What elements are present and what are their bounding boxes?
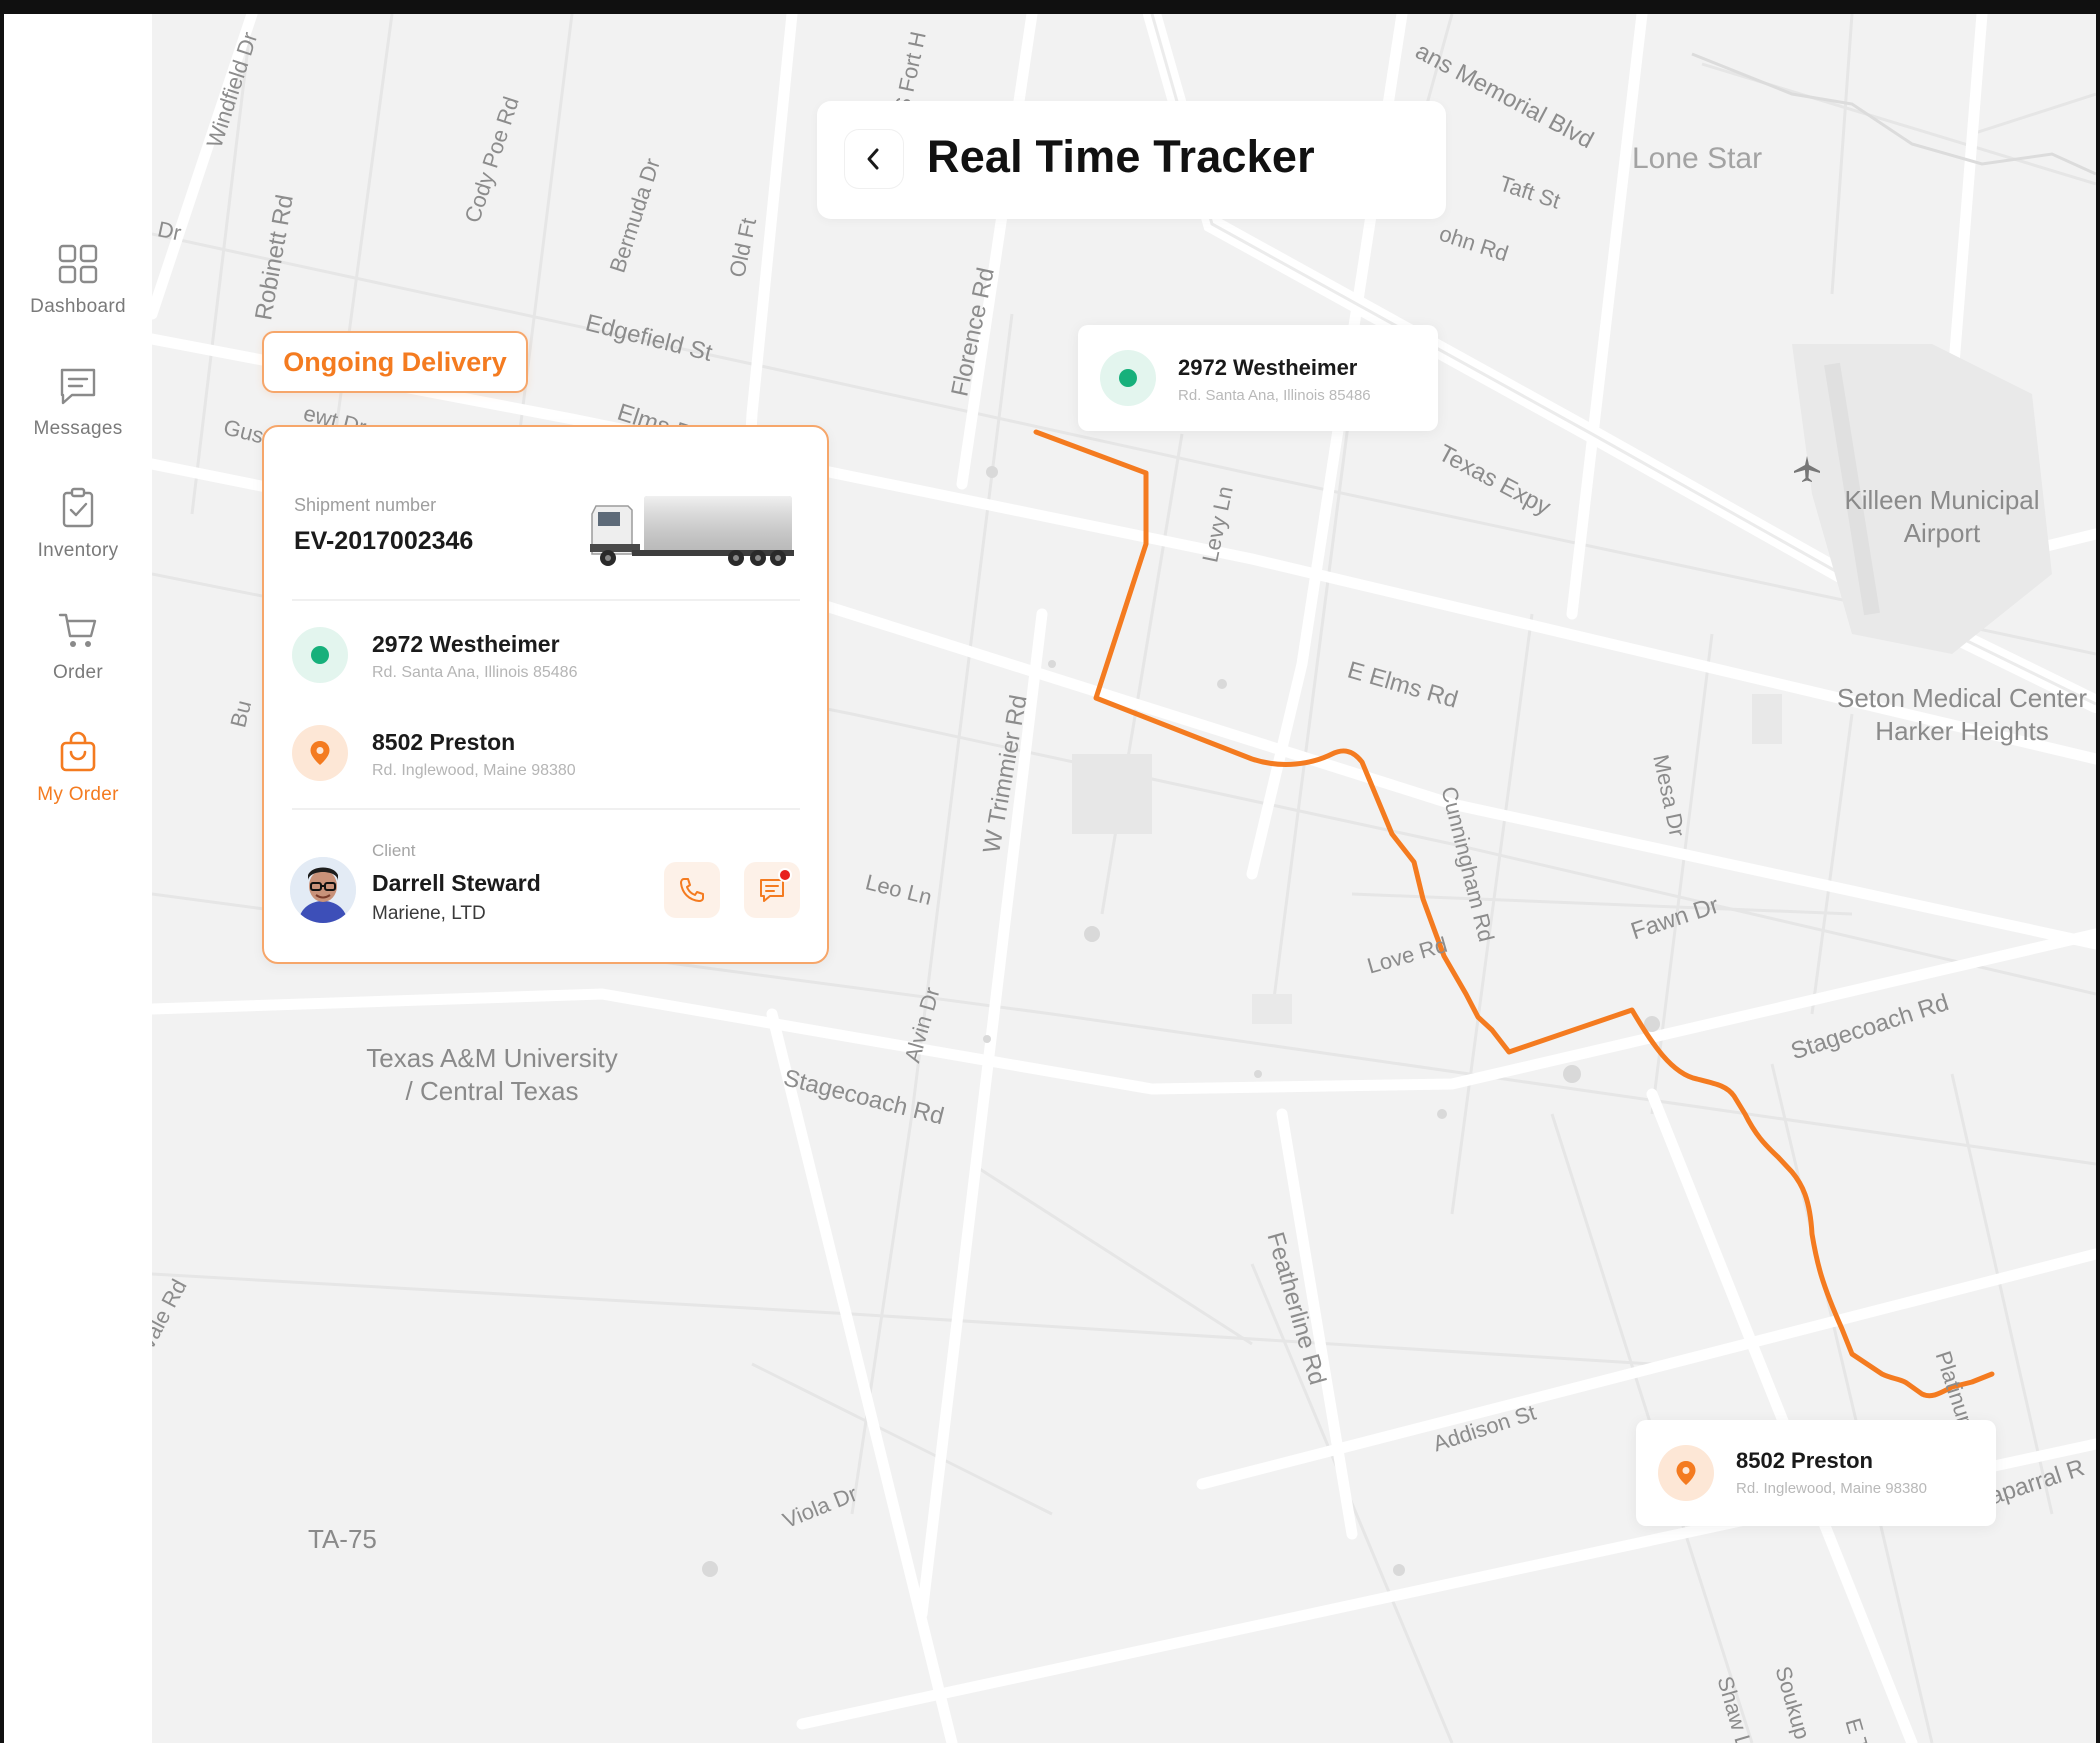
place-label-lone-star: Lone Star (1632, 142, 1763, 175)
map-destination-tag[interactable]: 8502 Preston Rd. Inglewood, Maine 98380 (1636, 1420, 1996, 1526)
delivery-card[interactable]: Shipment number EV-2017002346 2972 Westh… (262, 425, 829, 964)
origin-subtitle: Rd. Santa Ana, Illinois 85486 (372, 664, 578, 681)
origin-tag-title: 2972 Westheimer (1178, 355, 1358, 380)
avatar-image (290, 857, 356, 923)
shipment-label: Shipment number (294, 495, 437, 515)
shipment-number: EV-2017002346 (294, 527, 474, 555)
sidebar-item-label: Inventory (37, 540, 119, 561)
origin-tag-subtitle: Rd. Santa Ana, Illinois 85486 (1178, 387, 1371, 404)
tamu-label-line1: Texas A&M University (366, 1043, 618, 1073)
client-label: Client (372, 841, 416, 860)
place-label-airport: Killeen Municipal Airport (1792, 484, 2092, 550)
map-origin-tag[interactable]: 2972 Westheimer Rd. Santa Ana, Illinois … (1078, 325, 1438, 431)
call-button[interactable] (664, 862, 720, 918)
sidebar-item-dashboard[interactable]: Dashboard (4, 242, 152, 318)
notification-dot (778, 868, 792, 882)
seton-label-line1: Seton Medical Center (1836, 683, 2088, 713)
destination-title: 8502 Preston (372, 729, 516, 755)
page-header: Real Time Tracker (817, 101, 1446, 219)
cart-icon (58, 613, 97, 647)
client-name: Darrell Steward (372, 870, 541, 896)
chevron-left-icon (867, 148, 879, 170)
location-pin-icon (1676, 1461, 1696, 1485)
destination-marker-icon (292, 725, 348, 781)
origin-marker-icon (292, 627, 348, 683)
client-avatar (290, 857, 356, 923)
airport-label-line2: Airport (1903, 518, 1981, 548)
sidebar-item-order[interactable]: Order (4, 608, 152, 684)
ongoing-delivery-badge: Ongoing Delivery (262, 331, 528, 393)
sidebar-item-inventory[interactable]: Inventory (4, 486, 152, 562)
origin-marker-icon (1100, 350, 1156, 406)
phone-icon (680, 878, 704, 902)
sidebar-item-messages[interactable]: Messages (4, 364, 152, 440)
truck-icon (590, 496, 794, 566)
location-pin-icon (310, 741, 330, 765)
origin-title: 2972 Westheimer (372, 631, 560, 657)
seton-label-line2: Harker Heights (1875, 716, 2049, 746)
shopping-bag-icon (60, 731, 96, 772)
divider (292, 808, 800, 810)
sidebar: Dashboard Messages Inventory Order My Or… (4, 14, 152, 1743)
message-icon (60, 368, 96, 405)
chat-button[interactable] (744, 862, 800, 918)
place-label-seton: Seton Medical Center Harker Heights (1812, 682, 2096, 748)
destination-tag-subtitle: Rd. Inglewood, Maine 98380 (1736, 1480, 1927, 1497)
sidebar-item-label: Messages (33, 418, 123, 439)
airplane-icon (1794, 456, 1820, 482)
destination-marker-icon (1658, 1445, 1714, 1501)
sidebar-item-label: Order (52, 662, 104, 683)
sidebar-item-label: Dashboard (30, 296, 126, 317)
dashboard-grid-icon (58, 244, 98, 284)
client-company: Mariene, LTD (372, 903, 486, 924)
back-button[interactable] (845, 130, 903, 188)
place-label-tamu: Texas A&M University / Central Texas (322, 1042, 662, 1108)
sidebar-item-my-order[interactable]: My Order (4, 730, 152, 806)
clipboard-check-icon (62, 487, 94, 528)
tamu-label-line2: / Central Texas (405, 1076, 579, 1106)
destination-tag-title: 8502 Preston (1736, 1448, 1873, 1473)
street-label: TA-75 (308, 1524, 377, 1554)
destination-subtitle: Rd. Inglewood, Maine 98380 (372, 762, 576, 779)
page-title: Real Time Tracker (927, 131, 1315, 182)
sidebar-item-label: My Order (37, 784, 119, 805)
airport-label-line1: Killeen Municipal (1844, 485, 2040, 515)
window-frame-right (2096, 14, 2100, 1743)
window-top-bar (0, 0, 2100, 14)
divider (292, 599, 800, 601)
